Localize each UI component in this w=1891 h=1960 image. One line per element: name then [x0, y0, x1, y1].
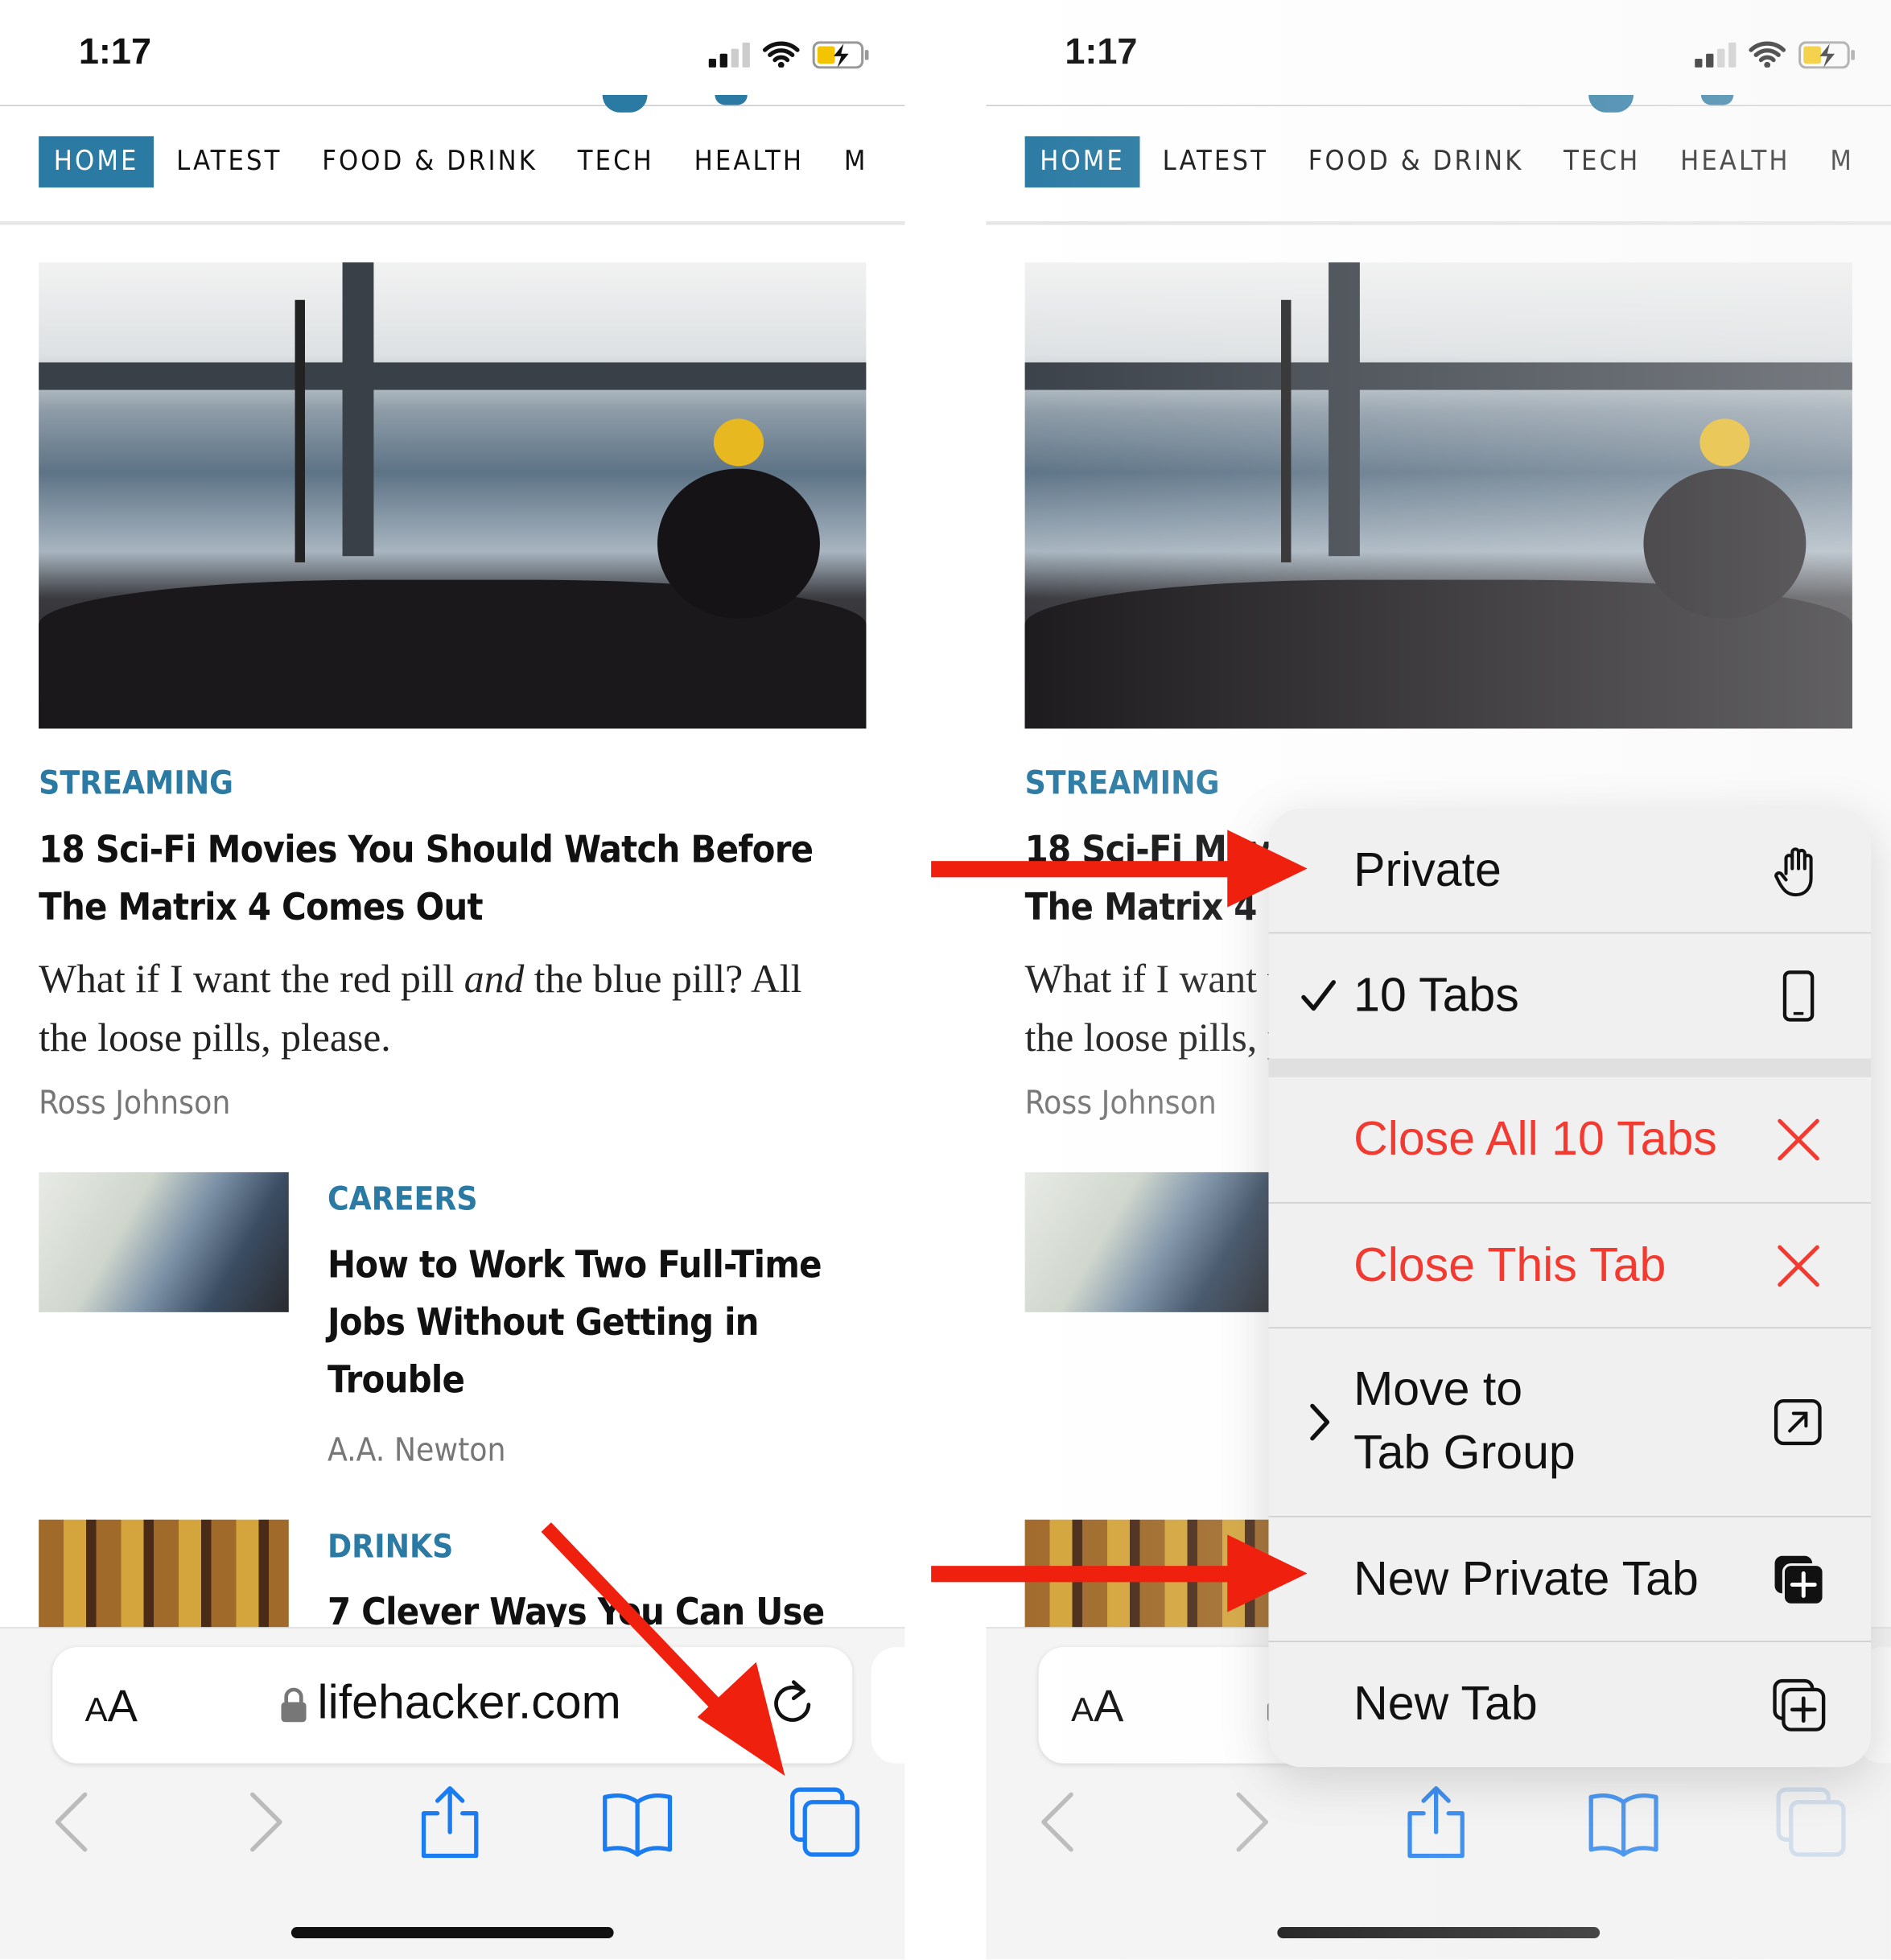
- back-icon[interactable]: [1024, 1785, 1098, 1859]
- forward-icon[interactable]: [1211, 1785, 1286, 1859]
- status-time: 1:17: [78, 32, 152, 73]
- divider: [0, 220, 905, 225]
- new-tab-icon: [1773, 1678, 1826, 1731]
- menu-item-label: New Private Tab: [1353, 1552, 1699, 1606]
- url-display[interactable]: lifehacker.com: [280, 1677, 621, 1731]
- nav-item-health[interactable]: HEALTH: [1680, 146, 1790, 177]
- carousel-dot: [715, 95, 748, 105]
- close-icon: [1778, 1244, 1819, 1287]
- menu-item-close-all-tabs[interactable]: Close All 10 Tabs: [1268, 1077, 1872, 1204]
- back-icon[interactable]: [38, 1785, 113, 1859]
- carousel-dot: [1588, 95, 1634, 113]
- cellular-signal-icon: [708, 42, 750, 68]
- cellular-signal-icon: [1695, 42, 1737, 68]
- menu-item-label: Private: [1353, 844, 1502, 897]
- nav-item-tech[interactable]: TECH: [578, 146, 654, 177]
- article-category[interactable]: STREAMING: [39, 765, 233, 803]
- article-title[interactable]: 18 Sci-Fi Movies You Should Watch Before…: [39, 822, 863, 937]
- divider: [986, 220, 1891, 225]
- article-category[interactable]: STREAMING: [1025, 765, 1220, 803]
- menu-item-move-to-tab-group[interactable]: Move to Tab Group: [1268, 1328, 1872, 1517]
- menu-item-label: 10 Tabs: [1353, 970, 1519, 1023]
- next-tab-peek[interactable]: [871, 1647, 905, 1764]
- article-author[interactable]: Ross Johnson: [39, 1085, 230, 1122]
- wifi-icon: [762, 41, 800, 68]
- article-title[interactable]: How to Work Two Full-TimeJobs Without Ge…: [328, 1237, 877, 1410]
- nav-item-latest[interactable]: LATEST: [1163, 146, 1268, 177]
- menu-item-label-line1: Move to: [1353, 1363, 1523, 1416]
- divider: [986, 105, 1891, 107]
- share-icon[interactable]: [413, 1785, 488, 1859]
- hero-image[interactable]: [1024, 262, 1852, 729]
- nav-item-food-drink[interactable]: FOOD & DRINK: [322, 146, 538, 177]
- article-description: What if I want the red pill and the blue…: [39, 956, 802, 1060]
- nav-item-more[interactable]: M: [1830, 146, 1854, 177]
- phone-icon: [1782, 970, 1815, 1022]
- nav-item-tech[interactable]: TECH: [1563, 146, 1640, 177]
- bookmarks-icon[interactable]: [600, 1785, 675, 1859]
- menu-separator: [1268, 1058, 1872, 1077]
- move-to-icon: [1774, 1398, 1822, 1446]
- close-icon: [1778, 1118, 1819, 1161]
- menu-item-new-tab[interactable]: New Tab: [1268, 1642, 1871, 1767]
- nav-item-latest[interactable]: LATEST: [176, 146, 282, 177]
- tabs-icon[interactable]: [788, 1785, 863, 1859]
- new-private-tab-icon: [1774, 1554, 1825, 1606]
- article-thumbnail[interactable]: [39, 1519, 289, 1633]
- menu-item-label: New Tab: [1353, 1678, 1538, 1731]
- chevron-right-icon: [1310, 1403, 1330, 1441]
- share-icon[interactable]: [1399, 1785, 1473, 1859]
- nav-item-food-drink[interactable]: FOOD & DRINK: [1308, 146, 1524, 177]
- reader-text-size-button[interactable]: AA: [85, 1680, 138, 1732]
- hero-image[interactable]: [39, 262, 867, 729]
- nav-item-home[interactable]: HOME: [1024, 135, 1140, 187]
- carousel-dot: [602, 95, 648, 113]
- bookmarks-icon[interactable]: [1586, 1785, 1661, 1859]
- carousel-dot: [1700, 95, 1734, 105]
- hand-icon: [1774, 846, 1813, 896]
- menu-item-label-line2: Tab Group: [1353, 1427, 1576, 1480]
- article-author[interactable]: A.A. Newton: [328, 1432, 506, 1470]
- menu-item-10-tabs[interactable]: 10 Tabs: [1268, 933, 1871, 1058]
- nav-item-more[interactable]: M: [844, 146, 868, 177]
- tabs-icon[interactable]: [1774, 1785, 1848, 1859]
- menu-item-new-private-tab[interactable]: New Private Tab: [1268, 1517, 1872, 1642]
- status-time: 1:17: [1065, 32, 1138, 73]
- tabs-context-menu: Private 10 Tabs Close All 10 Tabs Close …: [1268, 808, 1872, 1768]
- home-indicator: [1277, 1927, 1601, 1939]
- menu-item-close-this-tab[interactable]: Close This Tab: [1268, 1204, 1872, 1329]
- menu-item-label: Close All 10 Tabs: [1353, 1113, 1717, 1167]
- battery-charging-icon: [812, 41, 869, 69]
- wifi-icon: [1749, 41, 1786, 68]
- menu-item-label: Close This Tab: [1353, 1238, 1666, 1292]
- nav-item-home[interactable]: HOME: [39, 135, 154, 187]
- nav-item-health[interactable]: HEALTH: [694, 146, 805, 177]
- article-thumbnail[interactable]: [1024, 1519, 1275, 1633]
- article-category[interactable]: DRINKS: [328, 1529, 453, 1567]
- article-thumbnail[interactable]: [39, 1171, 289, 1312]
- battery-charging-icon: [1798, 41, 1855, 69]
- divider: [0, 105, 905, 107]
- article-author[interactable]: Ross Johnson: [1025, 1085, 1217, 1122]
- article-category[interactable]: CAREERS: [328, 1181, 478, 1219]
- checkmark-icon: [1301, 980, 1336, 1011]
- reader-text-size-button[interactable]: AA: [1071, 1680, 1123, 1732]
- category-nav: HOME LATEST FOOD & DRINK TECH HEALTH M: [1024, 135, 1891, 187]
- category-nav: HOME LATEST FOOD & DRINK TECH HEALTH M: [39, 135, 904, 187]
- menu-item-private[interactable]: Private: [1268, 809, 1872, 934]
- phone-screen-before: 1:17 HOME LATEST FOOD & DRINK TECH HEALT…: [0, 0, 905, 1960]
- lock-icon: [281, 1686, 307, 1722]
- forward-icon[interactable]: [225, 1785, 300, 1859]
- article-thumbnail[interactable]: [1024, 1171, 1275, 1312]
- home-indicator: [290, 1927, 614, 1939]
- reload-icon[interactable]: [768, 1674, 818, 1729]
